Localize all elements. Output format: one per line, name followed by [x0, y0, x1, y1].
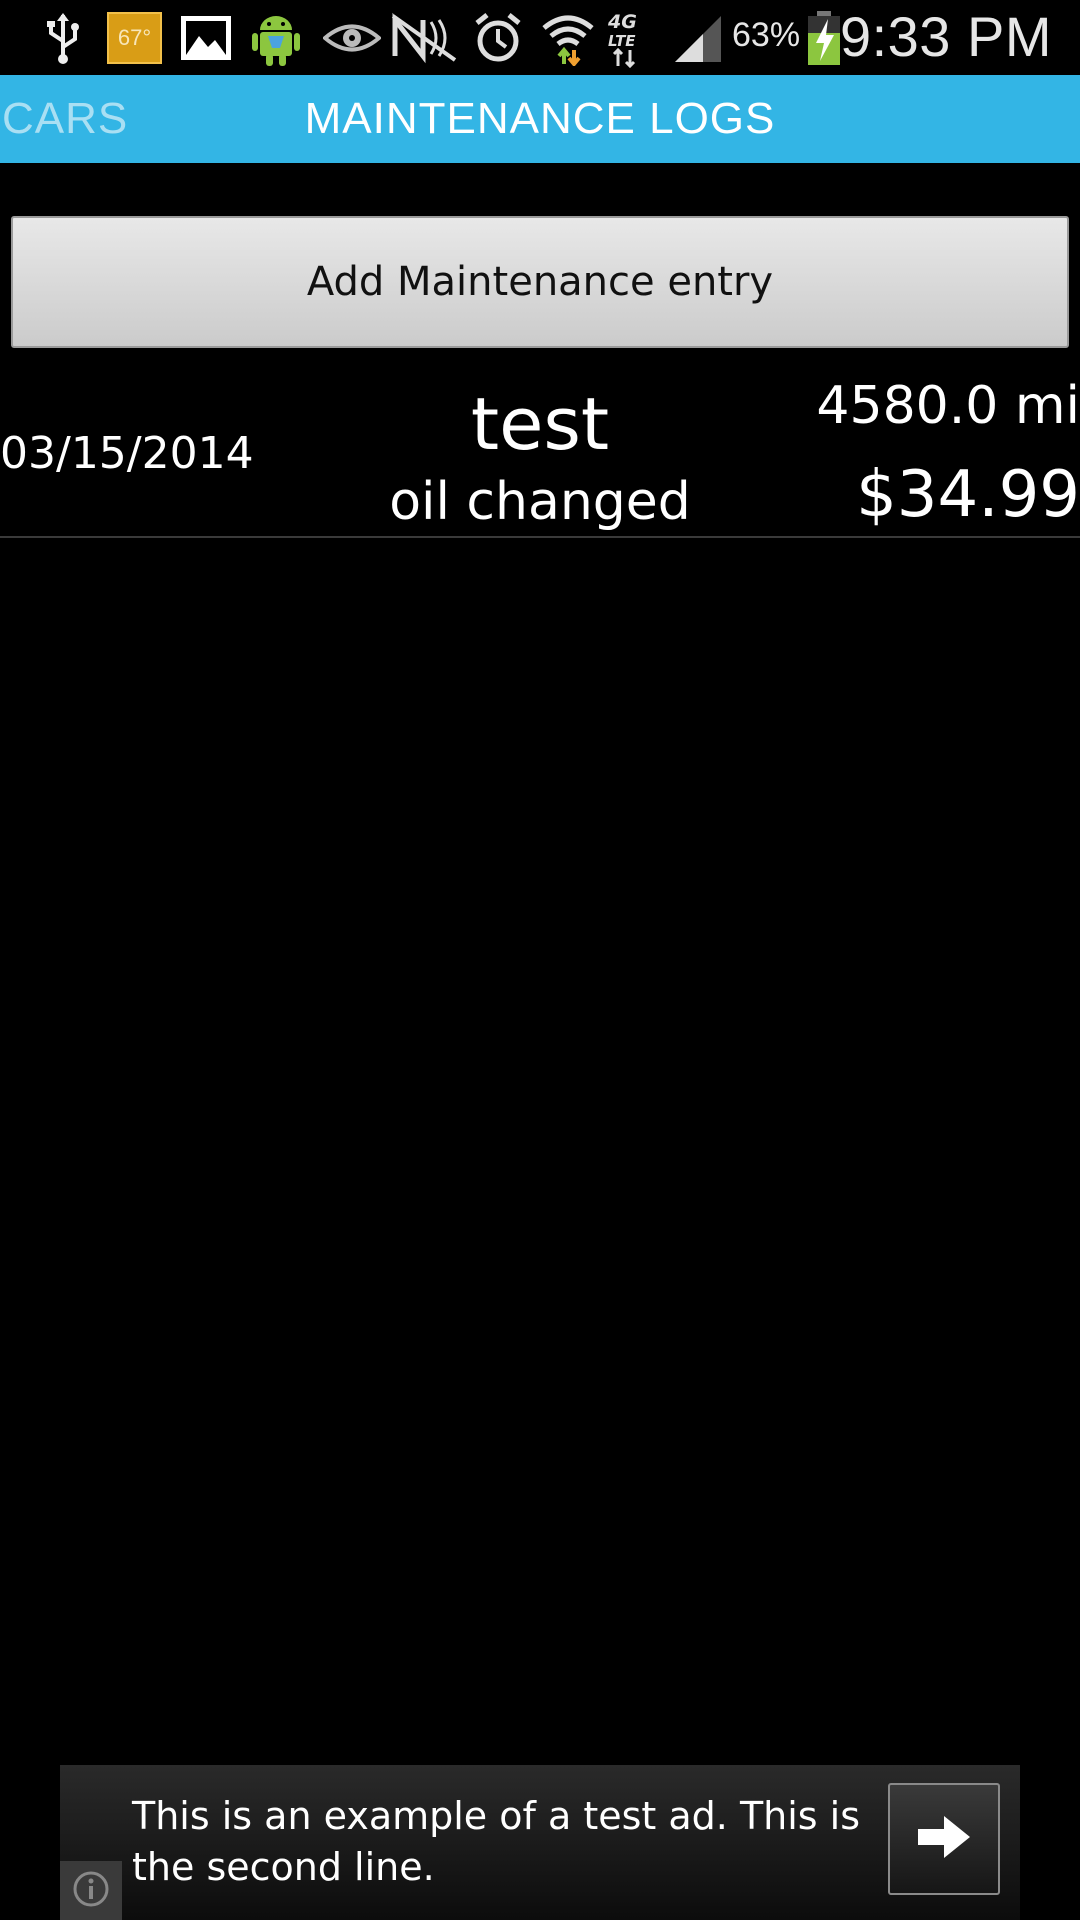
- alarm-icon: [468, 8, 528, 68]
- android-icon: [248, 8, 304, 68]
- wifi-icon: [538, 8, 598, 68]
- gallery-icon: [178, 8, 234, 68]
- battery-charging-icon: [804, 8, 844, 68]
- log-cost: $34.99: [856, 458, 1080, 532]
- signal-icon: [672, 8, 724, 68]
- tab-cars[interactable]: CARS: [2, 75, 128, 163]
- status-bar: 67° 4G LTE 63% 9:33 PM: [0, 0, 1080, 75]
- nfc-off-icon: [388, 8, 460, 68]
- ad-info-button[interactable]: [60, 1861, 122, 1920]
- usb-icon: [38, 8, 88, 68]
- info-icon: [71, 1869, 111, 1913]
- temperature-icon: 67°: [107, 12, 162, 64]
- svg-text:4G: 4G: [607, 11, 637, 33]
- clock: 9:33 PM: [839, 5, 1052, 68]
- list-item[interactable]: 03/15/2014 test oil changed 4580.0 mi $3…: [0, 360, 1080, 538]
- eye-icon: [322, 8, 382, 68]
- tab-maintenance-logs[interactable]: MAINTENANCE LOGS: [0, 75, 1080, 163]
- lte-icon: 4G LTE: [604, 8, 648, 68]
- tab-bar: MAINTENANCE LOGS CARS: [0, 75, 1080, 163]
- ad-arrow-button[interactable]: [888, 1783, 1000, 1895]
- add-maintenance-entry-button[interactable]: Add Maintenance entry: [11, 216, 1069, 348]
- ad-banner[interactable]: This is an example of a test ad. This is…: [60, 1765, 1020, 1920]
- arrow-right-icon: [914, 1812, 974, 1866]
- ad-text: This is an example of a test ad. This is…: [132, 1794, 861, 1889]
- battery-percent: 63%: [732, 16, 801, 54]
- log-mileage: 4580.0 mi: [816, 376, 1080, 436]
- screen: 67° 4G LTE 63% 9:33 PM MAINTENANCE LOGS …: [0, 0, 1080, 1920]
- svg-text:LTE: LTE: [608, 32, 636, 50]
